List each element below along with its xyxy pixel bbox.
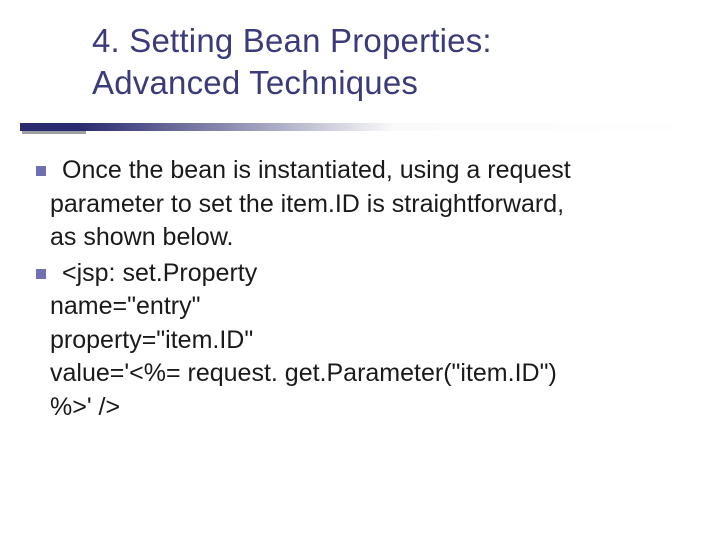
title-line-1: 4. Setting Bean Properties:: [92, 20, 688, 62]
slide-title: 4. Setting Bean Properties: Advanced Tec…: [92, 20, 688, 104]
item1-line3: as shown below.: [36, 221, 690, 255]
bullet-item-2: <jsp: set.Property name="entry" property…: [36, 257, 690, 425]
bullet-item-1: Once the bean is instantiated, using a r…: [36, 154, 690, 255]
title-line-2: Advanced Techniques: [92, 62, 688, 104]
item2-line4: value='<%= request. get.Parameter("item.…: [36, 357, 690, 391]
item1-line1: Once the bean is instantiated, using a r…: [36, 154, 690, 188]
item2-line5: %>' />: [36, 391, 690, 425]
slide-body: Once the bean is instantiated, using a r…: [36, 154, 690, 426]
slide: 4. Setting Bean Properties: Advanced Tec…: [0, 0, 720, 540]
square-bullet-icon: [36, 269, 46, 279]
item2-line3: property="item.ID": [36, 324, 690, 358]
divider: [20, 120, 700, 140]
divider-gradient: [20, 123, 700, 131]
square-bullet-icon: [36, 166, 46, 176]
item2-line1: <jsp: set.Property: [36, 257, 690, 291]
item2-line2: name="entry": [36, 290, 690, 324]
item1-line2: parameter to set the item.ID is straight…: [36, 188, 690, 222]
